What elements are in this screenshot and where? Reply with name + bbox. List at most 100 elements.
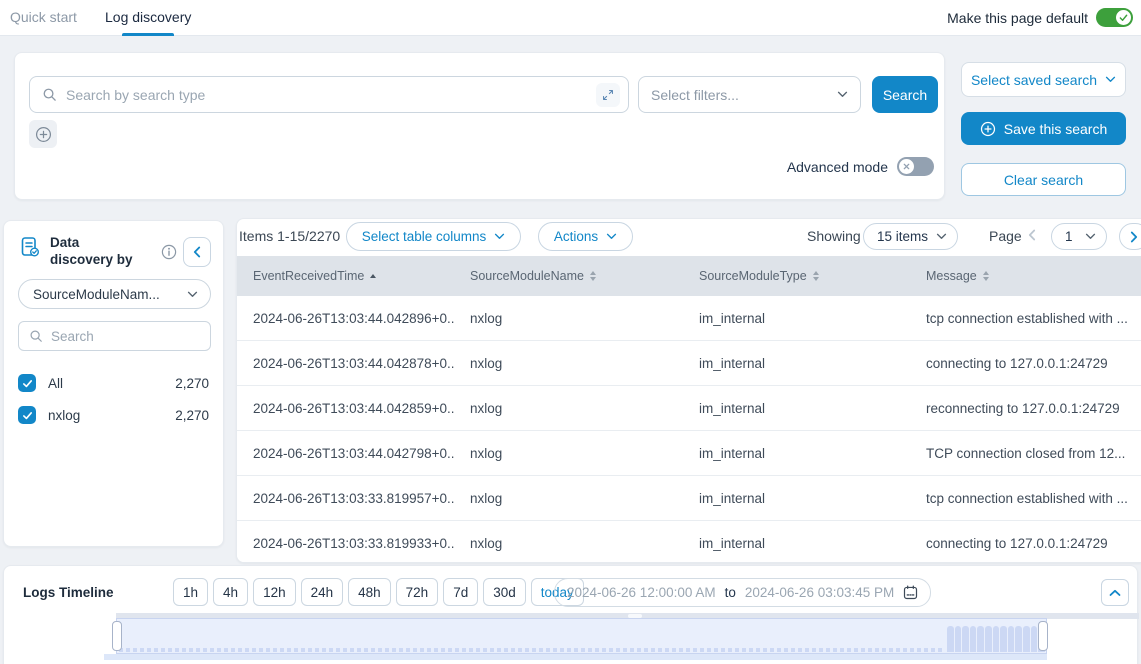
- column-header-label: SourceModuleName: [470, 269, 584, 283]
- range-button-72h[interactable]: 72h: [396, 578, 439, 606]
- page-size-value: 15 items: [877, 229, 928, 244]
- tab-log-discovery-label: Log discovery: [105, 9, 191, 25]
- timeline-bottom-strip: [104, 654, 1047, 660]
- cell-message: tcp connection established with ...: [910, 311, 1141, 326]
- range-button-48h[interactable]: 48h: [348, 578, 391, 606]
- timeline-sparse-histogram: [119, 648, 944, 652]
- discovery-item-all[interactable]: All 2,270: [18, 367, 209, 399]
- discovery-item-label: All: [48, 376, 63, 391]
- chevron-down-icon: [494, 233, 505, 240]
- discovery-field-value: SourceModuleNam...: [33, 287, 160, 302]
- date-range-picker[interactable]: 2024-06-26 12:00:00 AM to 2024-06-26 03:…: [554, 578, 931, 607]
- range-button-24h[interactable]: 24h: [301, 578, 344, 606]
- column-header-label: Message: [926, 269, 977, 283]
- histogram-bar: [962, 626, 969, 652]
- search-icon: [42, 87, 57, 102]
- timeline-dense-histogram: [947, 626, 1045, 652]
- save-this-search-label: Save this search: [1004, 121, 1108, 137]
- actions-button[interactable]: Actions: [538, 222, 633, 251]
- column-header-label: SourceModuleType: [699, 269, 807, 283]
- brush-left-handle[interactable]: [112, 621, 122, 651]
- check-icon: [1116, 10, 1131, 25]
- tab-log-discovery[interactable]: Log discovery: [105, 0, 191, 36]
- table-row[interactable]: 2024-06-26T13:03:33.819957+0...nxlogim_i…: [237, 476, 1141, 521]
- save-this-search-button[interactable]: Save this search: [961, 112, 1126, 145]
- range-separator: to: [725, 585, 736, 600]
- table-row[interactable]: 2024-06-26T13:03:44.042878+0...nxlogim_i…: [237, 341, 1141, 386]
- page-number-dropdown[interactable]: 1: [1051, 223, 1107, 250]
- cell-message: reconnecting to 127.0.0.1:24729: [910, 401, 1141, 416]
- range-button-12h[interactable]: 12h: [253, 578, 296, 606]
- discovery-item-count: 2,270: [175, 376, 209, 391]
- checkbox-checked-icon[interactable]: [18, 406, 36, 424]
- select-table-columns-button[interactable]: Select table columns: [346, 222, 521, 251]
- advanced-mode-toggle[interactable]: [897, 157, 934, 176]
- cell-module: nxlog: [454, 536, 683, 551]
- chevron-down-icon: [936, 233, 947, 240]
- range-button-1h[interactable]: 1h: [173, 578, 208, 606]
- histogram-bar: [993, 626, 1000, 652]
- tab-quick-start[interactable]: Quick start: [10, 0, 77, 36]
- sidebar-title: Data discovery by: [50, 235, 146, 269]
- table-header-row: EventReceivedTime SourceModuleName SourceM…: [237, 256, 1141, 296]
- sort-asc-icon: [370, 274, 376, 278]
- search-button[interactable]: Search: [872, 76, 938, 113]
- select-saved-search-label: Select saved search: [971, 72, 1097, 88]
- table-row[interactable]: 2024-06-26T13:03:44.042896+0...nxlogim_i…: [237, 296, 1141, 341]
- range-button-4h[interactable]: 4h: [213, 578, 248, 606]
- cell-time: 2024-06-26T13:03:33.819957+0...: [237, 491, 454, 506]
- cell-type: im_internal: [683, 401, 910, 416]
- actions-label: Actions: [554, 229, 598, 244]
- previous-page-icon[interactable]: [1028, 229, 1036, 241]
- sidebar-collapse-button[interactable]: [183, 237, 211, 267]
- page-size-dropdown[interactable]: 15 items: [863, 223, 958, 250]
- info-icon[interactable]: [161, 244, 177, 260]
- select-saved-search-button[interactable]: Select saved search: [961, 62, 1126, 97]
- cell-module: nxlog: [454, 356, 683, 371]
- sidebar-search-input[interactable]: [51, 329, 200, 344]
- make-default-toggle[interactable]: [1096, 8, 1133, 27]
- select-filters-dropdown[interactable]: Select filters...: [638, 76, 861, 113]
- column-header-sourcemodulename[interactable]: SourceModuleName: [454, 269, 683, 283]
- checkbox-checked-icon[interactable]: [18, 374, 36, 392]
- search-input[interactable]: [66, 87, 596, 103]
- cell-module: nxlog: [454, 311, 683, 326]
- discovery-item-count: 2,270: [175, 408, 209, 423]
- sidebar-search-field: [18, 321, 211, 351]
- range-button-7d[interactable]: 7d: [443, 578, 478, 606]
- range-button-30d[interactable]: 30d: [483, 578, 526, 606]
- cell-module: nxlog: [454, 401, 683, 416]
- discovery-item-label: nxlog: [48, 408, 80, 423]
- timeline-collapse-button[interactable]: [1101, 579, 1129, 606]
- table-row[interactable]: 2024-06-26T13:03:44.042798+0...nxlogim_i…: [237, 431, 1141, 476]
- histogram-bar: [955, 626, 962, 652]
- time-range-buttons: 1h4h12h24h48h72h7d30dtoday: [173, 578, 584, 606]
- showing-label: Showing: [807, 228, 861, 244]
- discovery-field-dropdown[interactable]: SourceModuleNam...: [18, 279, 211, 309]
- clear-search-button[interactable]: Clear search: [961, 163, 1126, 196]
- table-row[interactable]: 2024-06-26T13:03:33.819933+0...nxlogim_i…: [237, 521, 1141, 563]
- next-page-button[interactable]: [1119, 223, 1141, 250]
- logs-timeline-panel: Logs Timeline 1h4h12h24h48h72h7d30dtoday…: [3, 565, 1138, 664]
- histogram-bar: [985, 626, 992, 652]
- cell-time: 2024-06-26T13:03:44.042896+0...: [237, 311, 454, 326]
- data-discovery-icon: [18, 235, 42, 269]
- column-header-message[interactable]: Message: [910, 269, 1141, 283]
- column-header-eventreceivedtime[interactable]: EventReceivedTime: [237, 269, 454, 283]
- column-header-sourcemoduletype[interactable]: SourceModuleType: [683, 269, 910, 283]
- top-tab-bar: Quick start Log discovery Make this page…: [0, 0, 1141, 36]
- expand-search-icon[interactable]: [596, 83, 620, 107]
- table-row[interactable]: 2024-06-26T13:03:44.042859+0...nxlogim_i…: [237, 386, 1141, 431]
- cell-message: tcp connection established with ...: [910, 491, 1141, 506]
- brush-right-handle[interactable]: [1038, 621, 1048, 651]
- table-body: 2024-06-26T13:03:44.042896+0...nxlogim_i…: [237, 296, 1141, 563]
- main-search-field: [29, 76, 629, 113]
- add-search-row-button[interactable]: [29, 120, 57, 148]
- cell-type: im_internal: [683, 356, 910, 371]
- discovery-item-nxlog[interactable]: nxlog 2,270: [18, 399, 209, 431]
- timeline-brush-selection[interactable]: [116, 618, 1047, 654]
- log-discovery-page: Quick start Log discovery Make this page…: [0, 0, 1141, 664]
- logs-timeline-title: Logs Timeline: [23, 585, 114, 600]
- advanced-mode-label: Advanced mode: [787, 159, 888, 175]
- histogram-bar: [977, 626, 984, 652]
